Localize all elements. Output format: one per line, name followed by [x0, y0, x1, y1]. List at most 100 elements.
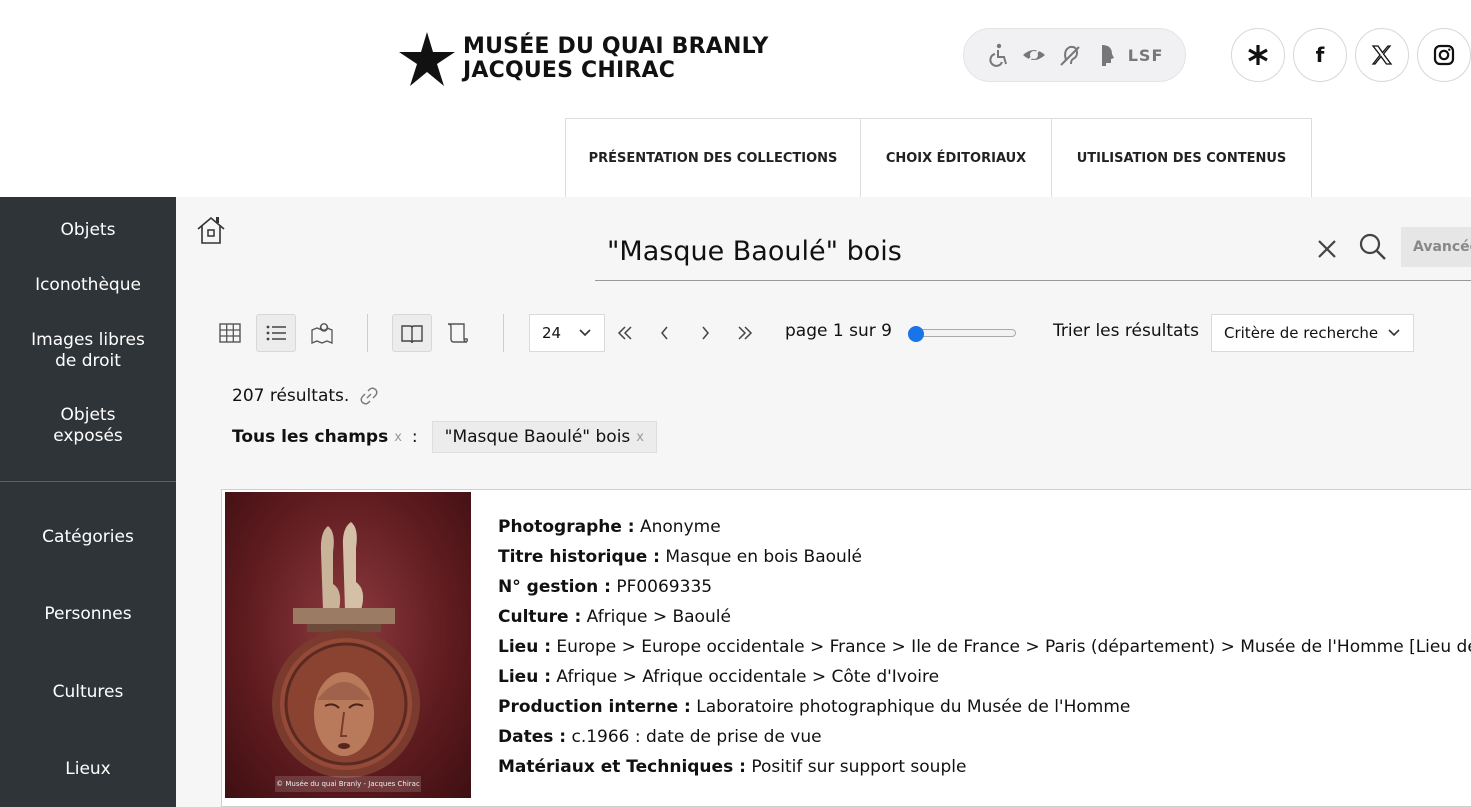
advanced-search-button[interactable]: Avancée	[1401, 227, 1471, 267]
grid-view-button[interactable]	[210, 314, 250, 352]
last-page-button[interactable]	[730, 314, 760, 352]
field-value: Positif sur support souple	[751, 757, 967, 777]
field-label: Dates :	[498, 727, 567, 747]
list-view-icon	[266, 325, 286, 341]
star-logo-icon	[399, 32, 455, 86]
nav-utilisation-contenus[interactable]: UTILISATION DES CONTENUS	[1052, 119, 1311, 197]
sidebar-item-personnes[interactable]: Personnes	[0, 604, 176, 625]
book-mode-button[interactable]	[392, 314, 432, 352]
field-photographe: Photographe : Anonyme	[498, 512, 1471, 542]
top-navigation: PRÉSENTATION DES COLLECTIONS CHOIX ÉDITO…	[565, 118, 1312, 197]
linktree-button[interactable]	[1231, 28, 1285, 82]
sidebar-item-categories[interactable]: Catégories	[0, 527, 176, 548]
field-numero-gestion: N° gestion : PF0069335	[498, 572, 1471, 602]
active-filters: Tous les champs x : "Masque Baoulé" bois…	[232, 421, 657, 453]
x-button[interactable]	[1355, 28, 1409, 82]
toolbar-separator	[367, 314, 368, 352]
lsf-label[interactable]: LSF	[1128, 46, 1164, 65]
linktree-icon	[1248, 45, 1268, 65]
mask-photo	[272, 522, 420, 778]
book-icon	[401, 325, 423, 344]
field-production-interne: Production interne : Laboratoire photogr…	[498, 692, 1471, 722]
sidebar-item-lieux[interactable]: Lieux	[0, 759, 176, 780]
hearing-icon[interactable]	[1057, 42, 1083, 68]
field-value[interactable]: Afrique > Baoulé	[587, 607, 731, 627]
field-lieu: Lieu : Afrique > Afrique occidentale > C…	[498, 662, 1471, 692]
sidebar-item-objets[interactable]: Objets	[0, 220, 176, 241]
filter-colon: :	[411, 427, 418, 447]
chevron-down-icon	[579, 329, 591, 337]
logo-text: MUSÉE DU QUAI BRANLY JACQUES CHIRAC	[463, 35, 769, 83]
scroll-mode-button[interactable]	[438, 314, 478, 352]
chevron-right-icon	[702, 326, 709, 340]
instagram-button[interactable]	[1417, 28, 1471, 82]
field-label: Photographe :	[498, 517, 635, 537]
chevron-left-icon	[661, 326, 668, 340]
remove-filter-button[interactable]: x	[394, 430, 402, 445]
per-page-select[interactable]: 24	[529, 314, 605, 352]
field-dates: Dates : c.1966 : date de prise de vue	[498, 722, 1471, 752]
sidebar-item-images-libres[interactable]: Images libres de droit	[0, 330, 176, 372]
field-value[interactable]: Afrique > Afrique occidentale > Côte d'I…	[556, 667, 939, 687]
field-label: Lieu :	[498, 667, 552, 687]
low-vision-icon[interactable]	[1021, 42, 1047, 68]
image-copyright: © Musée du quai Branly - Jacques Chirac	[275, 776, 421, 792]
next-page-button[interactable]	[690, 314, 720, 352]
grid-view-icon	[219, 323, 241, 343]
sidebar: Objets Iconothèque Images libres de droi…	[0, 197, 176, 807]
map-view-button[interactable]	[302, 314, 342, 352]
record-details: Photographe : Anonyme Titre historique :…	[498, 512, 1471, 782]
chevron-down-icon	[1388, 329, 1400, 337]
field-label: Culture :	[498, 607, 582, 627]
double-chevron-right-icon	[738, 326, 753, 340]
facebook-icon: f	[1315, 43, 1325, 67]
field-value: Anonyme	[640, 517, 721, 537]
list-view-button[interactable]	[256, 314, 296, 352]
sidebar-divider	[0, 481, 176, 482]
facebook-button[interactable]: f	[1293, 28, 1347, 82]
accessibility-bar: LSF	[963, 28, 1186, 82]
result-thumbnail[interactable]: © Musée du quai Branly - Jacques Chirac	[225, 492, 471, 798]
toolbar-separator	[503, 314, 504, 352]
x-icon	[1371, 45, 1393, 65]
nav-presentation-collections[interactable]: PRÉSENTATION DES COLLECTIONS	[566, 119, 861, 197]
page-slider-thumb[interactable]	[908, 326, 924, 342]
cognitive-icon[interactable]	[1092, 42, 1118, 68]
field-value: Laboratoire photographique du Musée de l…	[696, 697, 1131, 717]
sort-label: Trier les résultats	[1053, 321, 1199, 341]
logo-line-2: JACQUES CHIRAC	[463, 58, 676, 83]
search-icon[interactable]	[1357, 231, 1389, 263]
field-value: PF0069335	[616, 577, 713, 597]
link-icon[interactable]	[359, 386, 379, 406]
page-slider[interactable]	[908, 326, 1016, 342]
logo-line-1: MUSÉE DU QUAI BRANLY	[463, 34, 769, 59]
field-materiaux-techniques: Matériaux et Techniques : Positif sur su…	[498, 752, 1471, 782]
nav-choix-editoriaux[interactable]: CHOIX ÉDITORIAUX	[861, 119, 1052, 197]
field-culture: Culture : Afrique > Baoulé	[498, 602, 1471, 632]
filter-chip-value: "Masque Baoulé" bois	[444, 427, 631, 447]
sidebar-item-objets-exposes[interactable]: Objets exposés	[0, 405, 176, 447]
remove-chip-button[interactable]: x	[636, 430, 644, 445]
filter-chip: "Masque Baoulé" bois x	[431, 421, 657, 453]
result-card[interactable]: © Musée du quai Branly - Jacques Chirac …	[221, 489, 1471, 807]
field-label: Lieu :	[498, 637, 552, 657]
field-value[interactable]: Europe > Europe occidentale > France > I…	[556, 637, 1471, 657]
results-count-text: 207 résultats.	[232, 386, 350, 406]
sort-value: Critère de recherche	[1224, 324, 1379, 342]
field-label: Titre historique :	[498, 547, 660, 567]
clear-icon[interactable]	[1313, 235, 1341, 263]
search-bar: Avancée	[595, 223, 1471, 281]
museum-logo[interactable]: MUSÉE DU QUAI BRANLY JACQUES CHIRAC	[397, 30, 769, 88]
previous-page-button[interactable]	[650, 314, 680, 352]
sidebar-item-iconotheque[interactable]: Iconothèque	[0, 275, 176, 296]
sidebar-item-cultures[interactable]: Cultures	[0, 682, 176, 703]
search-input[interactable]	[607, 231, 1287, 271]
field-titre-historique: Titre historique : Masque en bois Baoulé	[498, 542, 1471, 572]
first-page-button[interactable]	[610, 314, 640, 352]
sort-select[interactable]: Critère de recherche	[1211, 314, 1414, 352]
field-label: Matériaux et Techniques :	[498, 757, 746, 777]
home-icon[interactable]	[194, 213, 228, 247]
field-value: Masque en bois Baoulé	[665, 547, 862, 567]
wheelchair-icon[interactable]	[986, 42, 1012, 68]
field-label: N° gestion :	[498, 577, 611, 597]
